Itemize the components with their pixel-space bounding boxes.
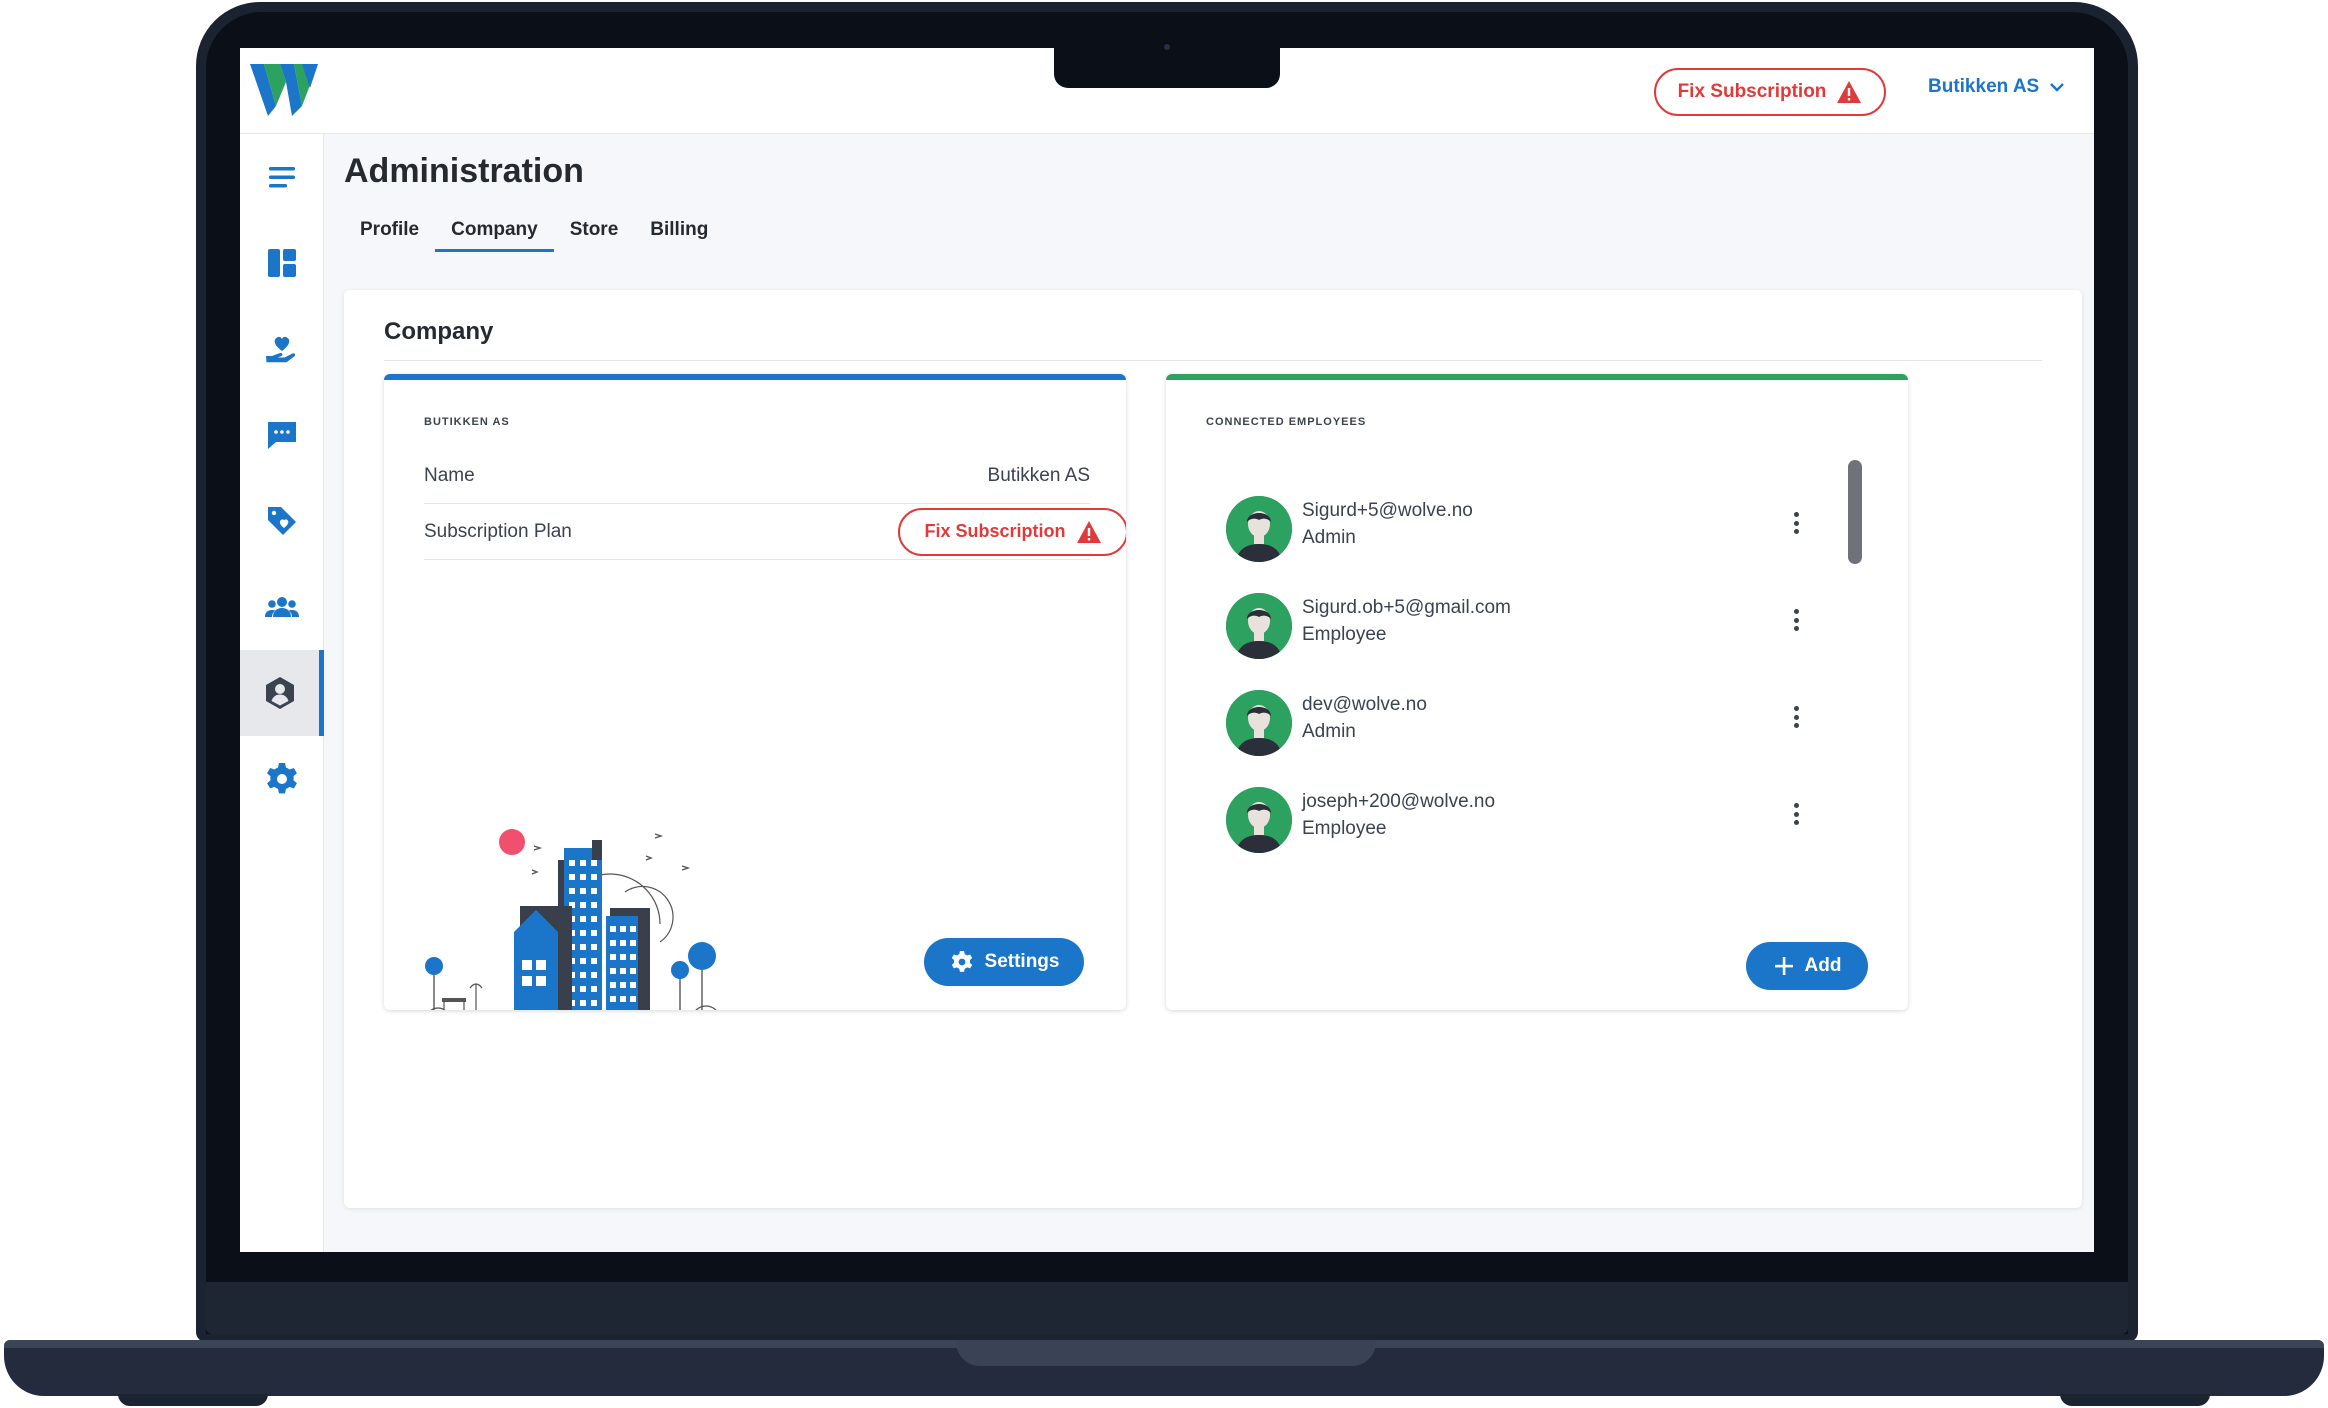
- avatar: [1226, 689, 1292, 756]
- sidebar-item-messages[interactable]: [240, 392, 324, 478]
- employees-card-label: CONNECTED EMPLOYEES: [1206, 416, 1367, 428]
- plus-icon: [1774, 957, 1793, 975]
- connected-employees-card: CONNECTED EMPLOYEES Sigurd+5@wolve.no Ad…: [1166, 374, 1908, 1010]
- warning-icon: [1837, 81, 1862, 103]
- company-switcher[interactable]: Butikken AS: [1928, 76, 2065, 98]
- tab-company[interactable]: Company: [435, 216, 554, 252]
- company-panel: Company BUTIKKEN AS Name Butikken AS Sub…: [344, 290, 2082, 1208]
- employee-email: joseph+200@wolve.no: [1302, 790, 1496, 812]
- sidebar-item-administration[interactable]: [240, 650, 324, 736]
- panel-divider: [384, 360, 2042, 361]
- fix-subscription-inline-label: Fix Subscription: [924, 521, 1066, 541]
- sidebar-item-settings[interactable]: [240, 736, 324, 822]
- list-item: joseph+200@wolve.no Employee: [1226, 771, 1826, 868]
- sidebar-item-care[interactable]: [240, 306, 324, 392]
- employee-list: Sigurd+5@wolve.no Admin Sigurd.ob+5@gmai…: [1226, 480, 1826, 868]
- user-shield-icon: [265, 677, 294, 709]
- info-row-key: Name: [424, 464, 475, 486]
- admin-tabs: Profile Company Store Billing: [344, 216, 724, 252]
- settings-button-label: Settings: [984, 951, 1060, 972]
- settings-button[interactable]: Settings: [924, 938, 1084, 986]
- employee-role: Employee: [1302, 623, 1387, 645]
- chevron-down-icon: [2050, 83, 2065, 92]
- app-screen: Fix Subscription Butikken AS Administrat…: [240, 48, 2094, 1252]
- sidebar-item-dashboard[interactable]: [240, 220, 324, 306]
- sidebar: [240, 134, 324, 1252]
- camera-icon: [1164, 44, 1170, 50]
- laptop-opening-notch: [956, 1340, 1376, 1366]
- warning-icon: [1076, 520, 1101, 543]
- sidebar-item-offers[interactable]: [240, 478, 324, 564]
- employee-email: Sigurd.ob+5@gmail.com: [1302, 596, 1511, 618]
- info-row-key: Subscription Plan: [424, 520, 572, 542]
- tab-billing[interactable]: Billing: [634, 216, 724, 252]
- gear-icon: [267, 763, 297, 794]
- more-options-icon[interactable]: [1786, 605, 1806, 635]
- employee-email: Sigurd+5@wolve.no: [1302, 499, 1473, 521]
- add-employee-button[interactable]: Add: [1746, 942, 1868, 990]
- avatar: [1226, 786, 1292, 853]
- hamburger-menu-icon: [269, 167, 295, 188]
- tab-store[interactable]: Store: [554, 216, 635, 252]
- sidebar-item-customers[interactable]: [240, 564, 324, 650]
- panel-title: Company: [384, 318, 494, 345]
- people-icon: [265, 597, 299, 617]
- info-row-subscription-plan: Subscription Plan Fix Subscription: [424, 504, 1126, 560]
- company-info-card: BUTIKKEN AS Name Butikken AS Subscriptio…: [384, 374, 1126, 1010]
- laptop-foot-right: [2060, 1394, 2210, 1406]
- gear-icon: [951, 951, 972, 972]
- heart-hand-icon: [266, 336, 296, 363]
- dashboard-icon: [268, 249, 296, 277]
- employee-role: Admin: [1302, 720, 1356, 742]
- avatar: [1226, 592, 1292, 659]
- employee-role: Admin: [1302, 526, 1356, 548]
- tab-profile[interactable]: Profile: [344, 216, 435, 252]
- company-card-label: BUTIKKEN AS: [424, 416, 510, 428]
- laptop-foot-left: [118, 1394, 268, 1406]
- fix-subscription-label: Fix Subscription: [1677, 81, 1827, 102]
- more-options-icon[interactable]: [1786, 799, 1806, 829]
- city-illustration: [425, 829, 717, 1010]
- wolve-logo[interactable]: [246, 60, 322, 120]
- page-title: Administration: [344, 152, 584, 190]
- more-options-icon[interactable]: [1786, 702, 1806, 732]
- list-item: Sigurd.ob+5@gmail.com Employee: [1226, 577, 1826, 674]
- add-button-label: Add: [1804, 955, 1842, 976]
- employee-role: Employee: [1302, 817, 1387, 839]
- camera-notch: [1054, 48, 1280, 88]
- list-item: Sigurd+5@wolve.no Admin: [1226, 480, 1826, 577]
- tag-heart-icon: [268, 507, 296, 535]
- fix-subscription-inline-button[interactable]: Fix Subscription: [898, 507, 1126, 556]
- company-name: Butikken AS: [1928, 76, 2040, 97]
- list-item: dev@wolve.no Admin: [1226, 674, 1826, 771]
- info-row-name: Name Butikken AS: [424, 448, 1090, 504]
- fix-subscription-button[interactable]: Fix Subscription: [1654, 68, 1886, 116]
- more-options-icon[interactable]: [1786, 508, 1806, 538]
- sidebar-item-menu[interactable]: [240, 134, 324, 220]
- chat-icon: [268, 422, 296, 449]
- laptop-chin: [206, 1282, 2128, 1334]
- info-row-value: Butikken AS: [987, 464, 1090, 486]
- employee-email: dev@wolve.no: [1302, 693, 1427, 715]
- avatar: [1226, 495, 1292, 562]
- employee-list-scrollbar[interactable]: [1848, 460, 1862, 564]
